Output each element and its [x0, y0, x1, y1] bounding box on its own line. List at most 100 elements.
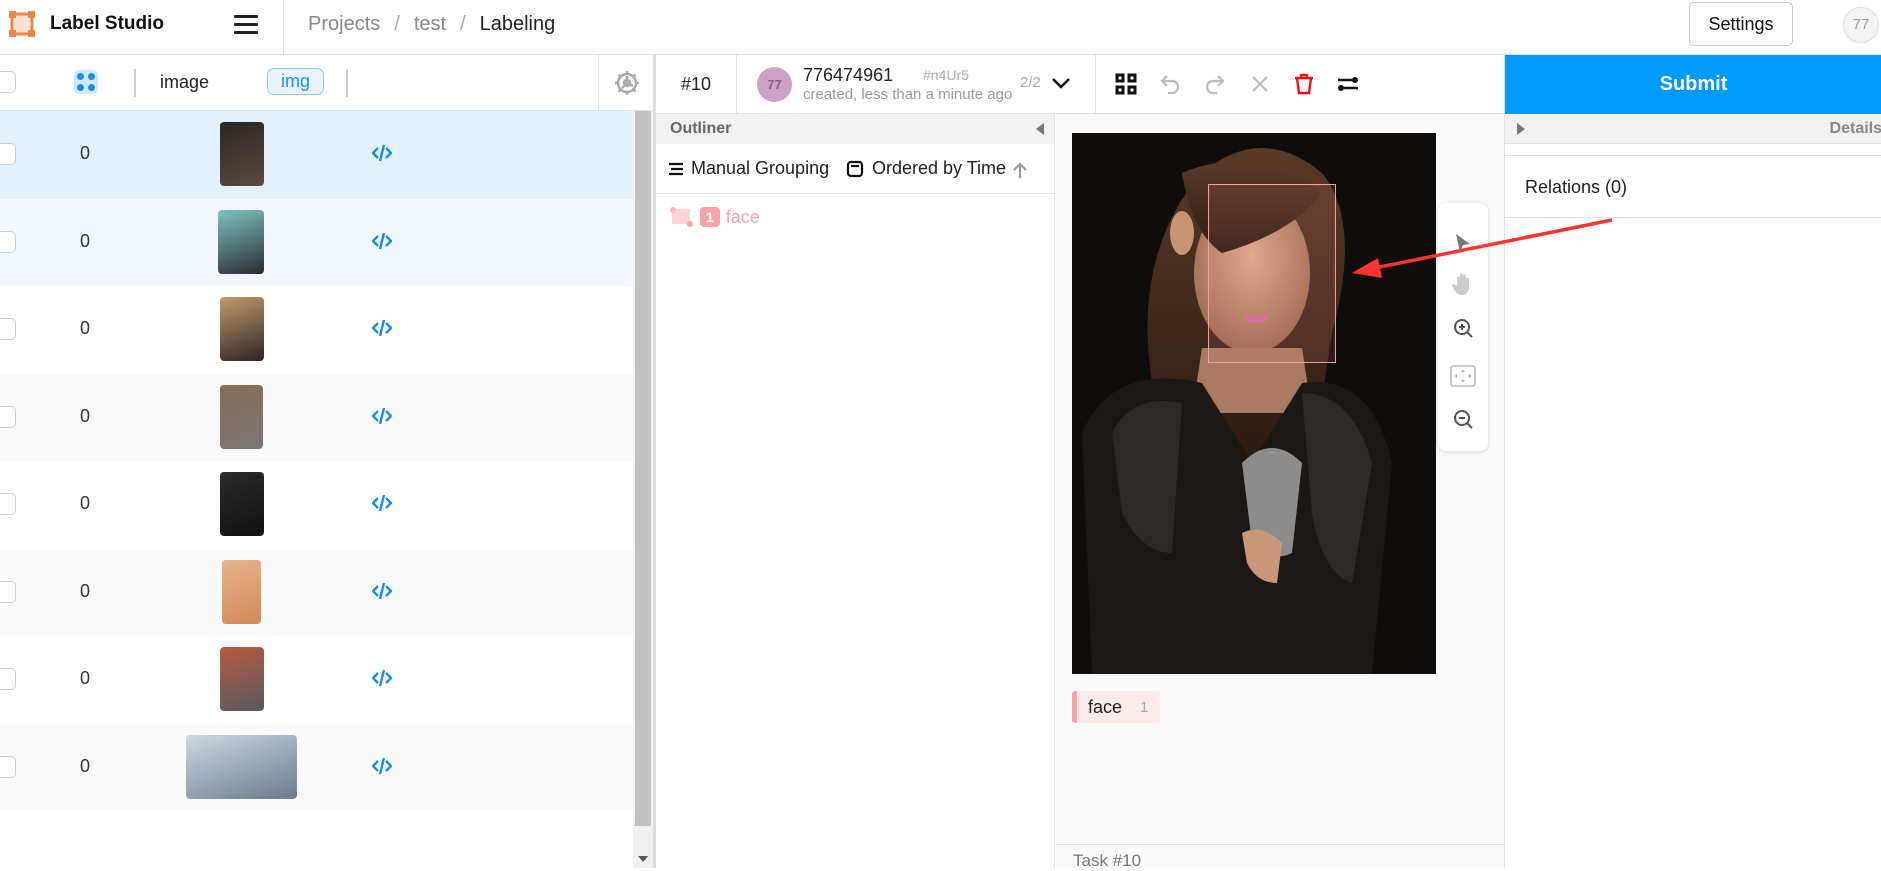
image-thumbnail[interactable]	[220, 122, 264, 186]
breadcrumb-test[interactable]: test	[414, 13, 446, 35]
table-row[interactable]: 0	[0, 198, 633, 286]
image-thumbnail[interactable]	[220, 647, 264, 711]
settings-button[interactable]: Settings	[1689, 2, 1793, 46]
details-section-header[interactable]: Details	[1505, 114, 1881, 144]
row-checkbox[interactable]	[0, 668, 16, 690]
row-checkbox[interactable]	[0, 318, 16, 340]
redo-icon[interactable]	[1201, 70, 1229, 98]
annotation-count-cell: 0	[80, 230, 91, 251]
breadcrumb: Projects / test / Labeling	[308, 13, 555, 36]
reset-x-icon[interactable]	[1246, 70, 1274, 98]
column-header-img-tag[interactable]: img	[267, 68, 325, 95]
image-thumbnail[interactable]	[222, 559, 261, 624]
annotation-count-cell: 0	[80, 580, 91, 601]
table-row[interactable]: 0	[0, 636, 633, 724]
annotation-id: 776474961	[803, 65, 894, 85]
image-thumbnail[interactable]	[220, 472, 264, 536]
ordering-selector[interactable]: Ordered by Time	[846, 158, 1006, 179]
annotation-count-cell: 0	[80, 493, 91, 513]
order-box-icon	[846, 160, 864, 177]
task-footer: Task #10	[1056, 844, 1504, 870]
region-index-badge: 1	[700, 207, 720, 227]
image-thumbnail[interactable]	[218, 209, 264, 274]
row-checkbox[interactable]	[0, 755, 16, 778]
table-row[interactable]: 0	[0, 461, 633, 549]
annotation-count-cell: 0	[80, 143, 91, 163]
zoom-in-icon[interactable]	[1449, 315, 1477, 343]
zoom-out-icon[interactable]	[1449, 406, 1477, 434]
undo-icon[interactable]	[1156, 70, 1184, 98]
code-view-icon[interactable]	[372, 669, 392, 687]
table-settings-gear-icon[interactable]	[598, 55, 655, 111]
fit-to-screen-icon[interactable]	[1449, 362, 1477, 390]
task-image[interactable]	[1072, 133, 1436, 674]
grouping-selector[interactable]: Manual Grouping	[668, 158, 829, 179]
table-row[interactable]: 0	[0, 723, 633, 811]
code-view-icon[interactable]	[372, 757, 392, 775]
code-view-icon[interactable]	[372, 582, 392, 600]
column-divider	[346, 69, 348, 97]
row-checkbox[interactable]	[0, 230, 16, 253]
column-divider	[134, 69, 136, 97]
table-row[interactable]: 0	[0, 373, 633, 461]
code-view-icon[interactable]	[372, 319, 392, 337]
annotation-hash: #n4Ur5	[923, 67, 969, 83]
menu-hamburger-icon[interactable]	[234, 15, 258, 35]
code-view-icon[interactable]	[372, 494, 392, 512]
breadcrumb-separator: /	[394, 13, 400, 35]
table-row[interactable]: 0	[0, 286, 633, 374]
annotation-count: 2/2	[1020, 74, 1041, 91]
task-footer-label: Task #10	[1073, 851, 1142, 870]
table-header: image img	[0, 55, 655, 111]
outliner-header: Outliner	[656, 114, 1054, 144]
row-checkbox[interactable]	[0, 405, 16, 428]
grid-view-icon[interactable]	[1112, 70, 1140, 98]
submit-button[interactable]: Submit	[1505, 55, 1881, 114]
breadcrumb-projects[interactable]: Projects	[308, 13, 380, 35]
row-checkbox[interactable]	[0, 580, 16, 603]
divider	[283, 0, 284, 55]
annotations-column-icon	[74, 70, 98, 94]
row-checkbox[interactable]	[0, 143, 16, 165]
outliner-title: Outliner	[670, 120, 732, 137]
image-canvas: face 1 Task #10	[1056, 114, 1504, 870]
table-row[interactable]: 0	[0, 548, 633, 636]
settings-sliders-icon[interactable]	[1334, 70, 1362, 98]
label-studio-logo-icon	[9, 11, 35, 37]
label-face[interactable]: face 1	[1072, 691, 1161, 723]
pan-hand-icon[interactable]	[1449, 270, 1477, 298]
select-all-checkbox[interactable]	[0, 71, 16, 93]
chevron-down-icon[interactable]	[1050, 73, 1072, 93]
task-id: #10	[656, 55, 737, 114]
annotator-avatar: 77	[757, 67, 792, 102]
breadcrumb-separator: /	[460, 13, 466, 35]
user-avatar[interactable]: 77	[1843, 7, 1879, 43]
code-view-icon[interactable]	[372, 407, 392, 425]
code-view-icon[interactable]	[372, 144, 392, 162]
annotation-count-cell: 0	[80, 318, 91, 338]
annotation-meta: created, less than a minute ago	[803, 86, 1013, 103]
sort-arrow-up-icon[interactable]	[1012, 161, 1028, 179]
image-thumbnail[interactable]	[186, 734, 297, 799]
code-view-icon[interactable]	[372, 232, 392, 250]
table-row[interactable]: 0	[0, 111, 633, 199]
delete-trash-icon[interactable]	[1290, 70, 1318, 98]
outliner-panel: Outliner Manual Grouping Ordered by Time…	[656, 114, 1055, 868]
right-panel: Submit Details Relations (0)	[1504, 55, 1881, 868]
rectangle-region-icon	[670, 206, 694, 228]
expand-triangle-icon[interactable]	[1517, 123, 1525, 135]
row-checkbox[interactable]	[0, 493, 16, 515]
image-thumbnail[interactable]	[220, 297, 264, 361]
region-item[interactable]: 1 face	[670, 204, 760, 230]
scrollbar-thumb[interactable]	[635, 111, 651, 826]
table-scrollbar[interactable]	[633, 111, 653, 868]
collapse-left-icon[interactable]	[1036, 123, 1044, 135]
image-thumbnail[interactable]	[220, 384, 263, 449]
select-cursor-icon[interactable]	[1449, 229, 1477, 257]
face-bounding-box[interactable]	[1208, 184, 1336, 363]
breadcrumb-labeling: Labeling	[479, 13, 556, 35]
column-header-image[interactable]: image	[160, 72, 209, 93]
relations-section[interactable]: Relations (0)	[1505, 155, 1881, 218]
ordering-label: Ordered by Time	[872, 158, 1007, 178]
scroll-down-arrow-icon[interactable]	[638, 856, 648, 862]
